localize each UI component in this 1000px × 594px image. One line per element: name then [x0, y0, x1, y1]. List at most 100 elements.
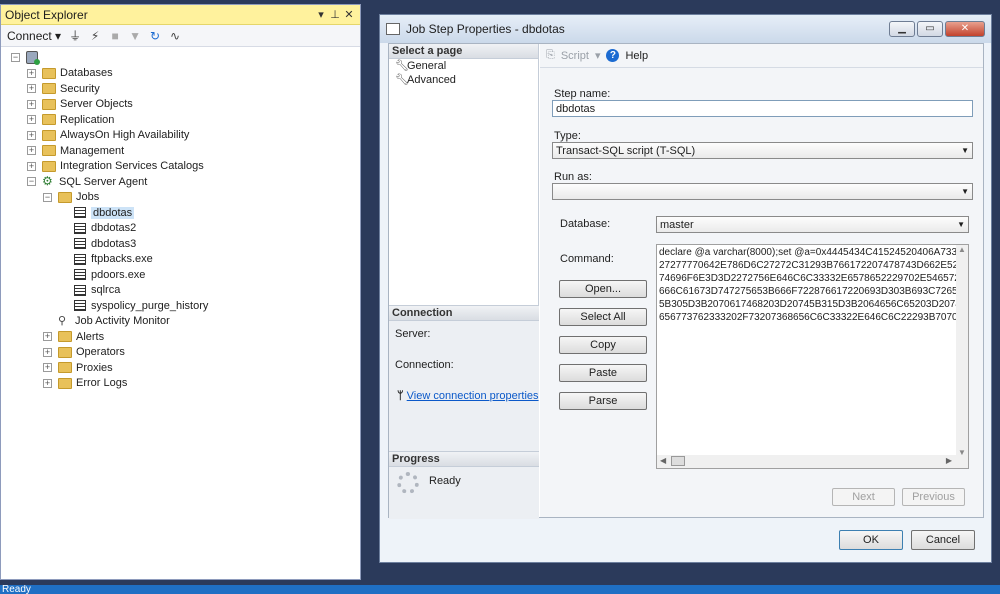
tree-node-proxies[interactable]: + Proxies: [1, 360, 360, 376]
collapse-icon[interactable]: −: [27, 177, 36, 187]
tree-node-job[interactable]: ftpbacks.exe: [1, 252, 360, 268]
script-icon: ⎘: [546, 49, 555, 61]
view-connection-link[interactable]: View connection properties: [407, 390, 539, 402]
select-all-button[interactable]: Select All: [559, 308, 647, 326]
close-button[interactable]: ✕: [945, 21, 985, 37]
expand-icon[interactable]: +: [43, 378, 52, 388]
job-icon: [74, 284, 86, 296]
tree-node-server-objects[interactable]: + Server Objects: [1, 97, 360, 113]
command-line: 5B305D3B2070617468203D20745B315D3B206465…: [659, 299, 969, 310]
scroll-right-icon[interactable]: ▶: [946, 456, 952, 465]
tree-node-management[interactable]: + Management: [1, 143, 360, 159]
script-dropdown-icon[interactable]: ▾: [595, 49, 601, 62]
maximize-button[interactable]: ▭: [917, 21, 943, 37]
dialog-toolbar: ⎘ Script ▾ ? Help: [540, 44, 983, 68]
previous-button[interactable]: Previous: [902, 488, 965, 506]
expand-icon[interactable]: +: [27, 99, 36, 109]
scroll-thumb[interactable]: [671, 456, 685, 466]
chevron-down-icon: ▼: [961, 187, 969, 196]
page-advanced[interactable]: 🔧︎Advanced: [389, 73, 538, 87]
cancel-button[interactable]: Cancel: [911, 530, 975, 550]
object-explorer-titlebar: Object Explorer ▾ ⊥ ✕: [1, 5, 360, 25]
step-name-label: Step name:: [554, 88, 611, 100]
minimize-button[interactable]: ▁: [889, 21, 915, 37]
tree-node-label: syspolicy_purge_history: [91, 299, 209, 312]
folder-icon: [42, 145, 56, 157]
tree-node-replication[interactable]: + Replication: [1, 112, 360, 128]
horizontal-scrollbar[interactable]: ◀ ▶: [657, 455, 968, 468]
agent-icon: ⚙: [42, 174, 53, 189]
collapse-icon[interactable]: −: [11, 53, 20, 63]
activity-monitor-icon[interactable]: ∿: [169, 29, 181, 43]
filter-icon[interactable]: ▼: [129, 29, 141, 43]
run-as-select[interactable]: ▼: [552, 183, 973, 200]
chevron-down-icon: ▼: [957, 220, 965, 229]
tree-node-label: Jobs: [76, 191, 100, 204]
paste-button[interactable]: Paste: [559, 364, 647, 382]
parse-button[interactable]: Parse: [559, 392, 647, 410]
connect-plug-icon[interactable]: ⏚: [69, 27, 81, 44]
command-text: declare @a varchar(8000);set @a=0x444543…: [657, 245, 968, 324]
tree-node-operators[interactable]: + Operators: [1, 345, 360, 361]
job-icon: [74, 238, 86, 250]
expand-icon[interactable]: +: [43, 363, 52, 373]
tree-node-databases[interactable]: + Databases: [1, 66, 360, 82]
step-name-input[interactable]: dbdotas: [552, 100, 973, 117]
expand-icon[interactable]: +: [27, 115, 36, 125]
tree-node-job-activity-monitor[interactable]: ⚲ Job Activity Monitor: [1, 314, 360, 330]
next-button[interactable]: Next: [832, 488, 895, 506]
expand-icon[interactable]: +: [27, 68, 36, 78]
collapse-icon[interactable]: −: [43, 192, 52, 202]
tree-node-integration-services[interactable]: + Integration Services Catalogs: [1, 159, 360, 175]
ok-button[interactable]: OK: [839, 530, 903, 550]
tree-node-job[interactable]: sqlrca: [1, 283, 360, 299]
stop-icon[interactable]: ■: [109, 29, 121, 43]
page-selector-pane: Select a page 🔧︎General 🔧︎Advanced Conne…: [389, 44, 539, 519]
connect-button[interactable]: Connect ▾: [7, 29, 61, 43]
folder-icon: [58, 377, 72, 389]
run-as-label: Run as:: [554, 171, 592, 183]
folder-icon: [42, 98, 56, 110]
scroll-up-icon[interactable]: ▲: [958, 245, 966, 254]
tree-node-job[interactable]: dbdotas: [1, 205, 360, 221]
expand-icon[interactable]: +: [27, 130, 36, 140]
server-label: Server:: [395, 328, 431, 340]
tree-node-error-logs[interactable]: + Error Logs: [1, 376, 360, 392]
vertical-scrollbar[interactable]: ▲ ▼: [956, 245, 968, 457]
script-button[interactable]: Script: [561, 50, 589, 62]
database-select[interactable]: master ▼: [656, 216, 969, 233]
type-select[interactable]: Transact-SQL script (T-SQL) ▼: [552, 142, 973, 159]
disconnect-icon[interactable]: ⚡: [89, 29, 101, 43]
tree-node-alwayson[interactable]: + AlwaysOn High Availability: [1, 128, 360, 144]
view-connection-properties[interactable]: ᛘ View connection properties: [397, 390, 539, 402]
tree-node-job[interactable]: pdoors.exe: [1, 267, 360, 283]
expand-icon[interactable]: +: [43, 332, 52, 342]
refresh-icon[interactable]: ↻: [149, 29, 161, 43]
tree-node-jobs[interactable]: − Jobs: [1, 190, 360, 206]
scroll-left-icon[interactable]: ◀: [660, 456, 666, 465]
open-button[interactable]: Open...: [559, 280, 647, 298]
dropdown-arrow-icon[interactable]: ▾: [314, 8, 328, 21]
help-button[interactable]: Help: [625, 50, 648, 62]
connection-properties-icon: ᛘ: [397, 390, 404, 402]
expand-icon[interactable]: +: [27, 146, 36, 156]
tree-node-security[interactable]: + Security: [1, 81, 360, 97]
tree-node-sql-server-agent[interactable]: − ⚙ SQL Server Agent: [1, 174, 360, 190]
folder-icon: [58, 346, 72, 358]
expand-icon[interactable]: +: [43, 347, 52, 357]
tree-node-job[interactable]: dbdotas2: [1, 221, 360, 237]
connection-section: Connection Server: Connection: ᛘ View co…: [389, 305, 539, 451]
tree-node-label: AlwaysOn High Availability: [60, 129, 190, 142]
expand-icon[interactable]: +: [27, 84, 36, 94]
expand-icon[interactable]: +: [27, 161, 36, 171]
tree-node-job[interactable]: syspolicy_purge_history: [1, 298, 360, 314]
pin-icon[interactable]: ⊥: [328, 8, 342, 21]
command-textarea[interactable]: declare @a varchar(8000);set @a=0x444543…: [656, 244, 969, 469]
page-general[interactable]: 🔧︎General: [389, 59, 538, 73]
tree-node-server[interactable]: −: [1, 50, 360, 66]
tree-node-job[interactable]: dbdotas3: [1, 236, 360, 252]
copy-button[interactable]: Copy: [559, 336, 647, 354]
tree-node-label: Replication: [60, 113, 115, 126]
tree-node-alerts[interactable]: + Alerts: [1, 329, 360, 345]
close-icon[interactable]: ✕: [342, 8, 356, 21]
